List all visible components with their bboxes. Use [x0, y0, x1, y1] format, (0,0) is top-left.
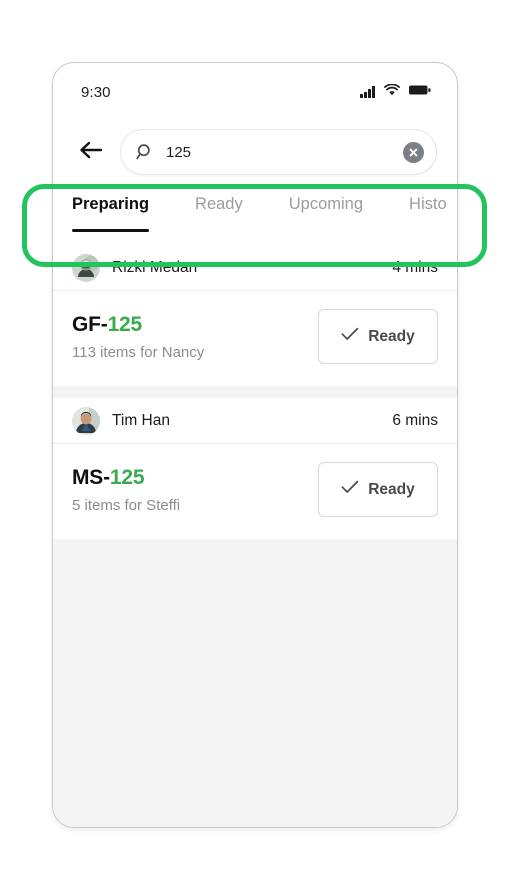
status-time: 9:30: [81, 83, 111, 101]
search-icon: [136, 143, 154, 161]
order-info: GF-125 113 items for Nancy: [72, 313, 318, 361]
order-eta: 6 mins: [392, 411, 438, 429]
order-body: MS-125 5 items for Steffi Ready: [53, 444, 457, 539]
tab-ready[interactable]: Ready: [195, 183, 243, 214]
order-subtitle: 5 items for Steffi: [72, 496, 181, 514]
battery-icon: [409, 83, 431, 101]
order-card[interactable]: Tim Han 6 mins MS-125 5 items for Steffi: [53, 398, 457, 539]
tab-preparing[interactable]: Preparing: [72, 183, 150, 232]
order-code: GF-125: [72, 313, 318, 337]
ready-button-label: Ready: [368, 327, 415, 345]
check-icon: [341, 327, 359, 346]
order-code-match: 125: [107, 312, 143, 336]
check-icon: [341, 480, 359, 499]
ready-button-label: Ready: [368, 480, 415, 498]
order-body: GF-125 113 items for Nancy Ready: [53, 291, 457, 386]
tab-ready-label: Ready: [195, 195, 243, 213]
order-card[interactable]: Rizki Medan 4 mins GF-125 113 items for …: [53, 245, 457, 386]
order-header: Tim Han 6 mins: [53, 398, 457, 444]
order-list: Rizki Medan 4 mins GF-125 113 items for …: [53, 245, 457, 827]
search-input[interactable]: 125: [166, 144, 403, 161]
status-icons: [360, 83, 431, 101]
order-code: MS-125: [72, 466, 318, 490]
order-header: Rizki Medan 4 mins: [53, 245, 457, 291]
signal-icon: [360, 86, 375, 98]
tab-history-label: Histo: [409, 195, 447, 213]
tab-preparing-label: Preparing: [72, 195, 150, 213]
back-button[interactable]: [71, 132, 111, 172]
order-code-prefix: GF-: [72, 312, 108, 336]
tab-active-indicator: [72, 229, 150, 232]
phone-frame: 9:30 125 Preparing Ready Upcoming Histo …: [52, 62, 458, 828]
ready-button[interactable]: Ready: [318, 309, 438, 364]
order-code-prefix: MS-: [72, 465, 110, 489]
back-arrow-icon: [79, 140, 103, 165]
courier-avatar: [72, 253, 100, 282]
list-empty-area: [53, 539, 457, 827]
status-bar: 9:30: [53, 63, 457, 121]
wifi-icon: [384, 83, 400, 101]
search-bar: 125: [53, 121, 457, 183]
order-eta: 4 mins: [392, 258, 438, 276]
tab-list: Preparing Ready Upcoming Histo: [53, 183, 457, 245]
order-info: MS-125 5 items for Steffi: [72, 466, 318, 514]
ready-button[interactable]: Ready: [318, 462, 438, 517]
courier-name: Tim Han: [112, 411, 170, 429]
tab-bar: Preparing Ready Upcoming Histo: [53, 183, 457, 245]
courier-name: Rizki Medan: [112, 258, 198, 276]
tab-upcoming-label: Upcoming: [288, 195, 364, 213]
search-field[interactable]: 125: [120, 129, 437, 175]
tab-upcoming[interactable]: Upcoming: [289, 183, 363, 214]
clear-icon[interactable]: [403, 141, 424, 163]
courier-avatar: [72, 406, 100, 435]
tab-history[interactable]: Histo: [409, 183, 447, 214]
order-code-match: 125: [109, 465, 145, 489]
order-subtitle: 113 items for Nancy: [72, 343, 205, 361]
list-separator: [53, 386, 457, 398]
